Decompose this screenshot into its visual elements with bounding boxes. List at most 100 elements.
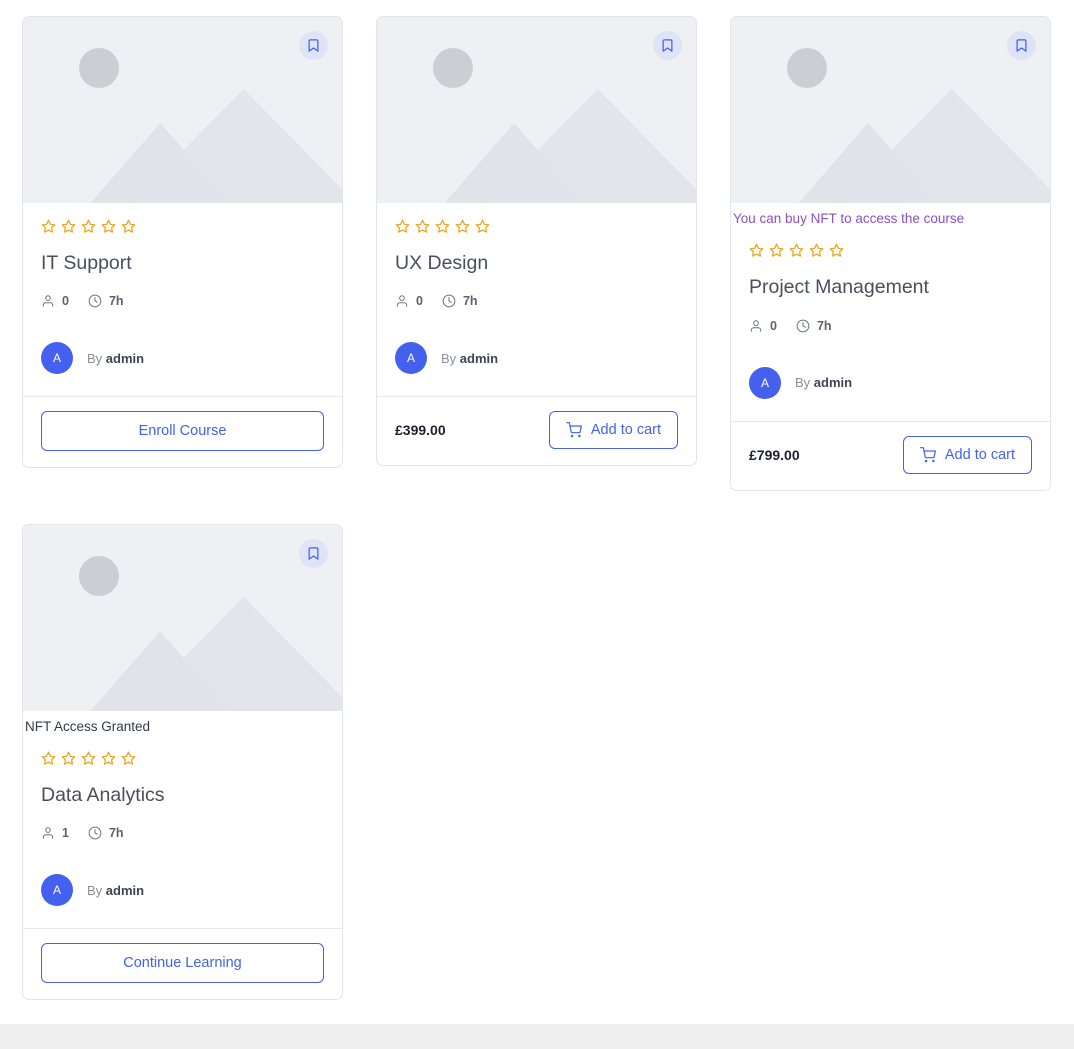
star-outline-icon — [455, 219, 470, 234]
course-price: £799.00 — [749, 446, 800, 463]
star-outline-icon — [81, 751, 96, 766]
star-outline-icon — [121, 751, 136, 766]
course-duration: 7h — [796, 319, 832, 333]
course-card: NFT Access Granted Data Analytics 1 7h A By a… — [22, 523, 343, 1001]
course-title: Data Analytics — [41, 783, 165, 806]
star-outline-icon — [415, 219, 430, 234]
author-by-prefix: By — [87, 350, 103, 366]
course-title: Project Management — [749, 276, 929, 299]
course-card-body: IT Support 0 7h A By admin — [23, 203, 342, 396]
avatar: A — [41, 874, 73, 907]
course-badge-wrap: NFT Access Granted — [23, 711, 342, 735]
students-count-value: 1 — [62, 826, 69, 841]
course-card: You can buy NFT to access the course Proj… — [730, 16, 1051, 491]
rating-stars[interactable] — [749, 243, 1032, 258]
star-outline-icon — [395, 219, 410, 234]
course-title: IT Support — [41, 252, 132, 274]
course-duration-value: 7h — [462, 294, 478, 309]
students-count-value: 0 — [62, 294, 69, 309]
rating-stars[interactable] — [41, 751, 324, 766]
avatar: A — [41, 342, 73, 375]
students-count-value: 0 — [416, 294, 423, 309]
bookmark-icon[interactable] — [653, 31, 682, 60]
page-bottom-strip — [0, 1024, 1074, 1049]
shopping-cart-icon — [919, 446, 936, 463]
star-outline-icon — [61, 219, 76, 234]
students-count: 1 — [41, 826, 69, 840]
person-icon — [41, 826, 55, 840]
course-author: A By admin — [41, 342, 324, 375]
author-by-prefix: By — [87, 882, 103, 898]
course-thumbnail-placeholder — [23, 17, 342, 203]
course-card-footer: £399.00 Add to cart — [377, 396, 696, 465]
star-outline-icon — [41, 751, 56, 766]
star-outline-icon — [121, 219, 136, 234]
course-author: A By admin — [41, 874, 324, 907]
course-duration: 7h — [442, 294, 478, 308]
rating-stars[interactable] — [395, 219, 678, 234]
students-count: 0 — [749, 319, 777, 333]
add-to-cart-label: Add to cart — [944, 446, 1015, 463]
continue-learning-button[interactable]: Continue Learning — [41, 943, 324, 984]
star-outline-icon — [101, 219, 116, 234]
course-catalog-page: IT Support 0 7h A By admin Enroll Course UX De… — [0, 0, 1074, 1049]
star-outline-icon — [41, 219, 56, 234]
star-outline-icon — [81, 219, 96, 234]
author-by-prefix: By — [441, 350, 457, 366]
rating-stars[interactable] — [41, 219, 324, 234]
person-icon — [395, 294, 409, 308]
course-duration: 7h — [88, 294, 124, 308]
course-author: A By admin — [749, 366, 1032, 399]
course-meta: 0 7h — [41, 294, 324, 308]
clock-icon — [442, 294, 456, 308]
course-card: IT Support 0 7h A By admin Enroll Course — [22, 16, 343, 469]
enroll-course-button[interactable]: Enroll Course — [41, 411, 324, 452]
author-name: admin — [105, 882, 145, 898]
author-by-prefix: By — [795, 375, 811, 391]
course-card-footer: Enroll Course — [23, 396, 342, 467]
author-byline: By admin — [441, 351, 498, 366]
course-thumbnail-placeholder — [377, 17, 696, 203]
add-to-cart-label: Add to cart — [590, 422, 661, 439]
course-card-body: Project Management 0 7h A By admin — [731, 227, 1050, 420]
bookmark-icon[interactable] — [1007, 31, 1036, 60]
bookmark-icon[interactable] — [299, 538, 328, 568]
course-card-footer: £799.00 Add to cart — [731, 420, 1050, 490]
course-card-grid: IT Support 0 7h A By admin Enroll Course UX De… — [22, 16, 1056, 1001]
course-meta: 0 7h — [395, 294, 678, 308]
author-byline: By admin — [87, 351, 144, 366]
course-duration-value: 7h — [108, 826, 124, 841]
course-card: UX Design 0 7h A By admin £399.00 Add to cart — [376, 16, 697, 467]
course-duration-value: 7h — [108, 294, 124, 309]
course-card-body: Data Analytics 1 7h A By admin — [23, 735, 342, 928]
star-outline-icon — [789, 243, 804, 258]
star-outline-icon — [769, 243, 784, 258]
person-icon — [41, 294, 55, 308]
course-duration-value: 7h — [816, 318, 832, 333]
course-author: A By admin — [395, 342, 678, 375]
course-meta: 0 7h — [749, 319, 1032, 333]
students-count-value: 0 — [770, 318, 777, 333]
shopping-cart-icon — [565, 422, 582, 438]
person-icon — [749, 319, 763, 333]
add-to-cart-button[interactable]: Add to cart — [548, 411, 678, 450]
nft-access-granted-label: NFT Access Granted — [25, 718, 151, 734]
star-outline-icon — [435, 219, 450, 234]
add-to-cart-button[interactable]: Add to cart — [902, 435, 1032, 474]
star-outline-icon — [101, 751, 116, 766]
course-title: UX Design — [395, 252, 489, 274]
author-name: admin — [813, 375, 853, 391]
star-outline-icon — [829, 243, 844, 258]
clock-icon — [88, 826, 102, 840]
course-card-body: UX Design 0 7h A By admin — [377, 203, 696, 396]
bookmark-icon[interactable] — [299, 31, 328, 60]
avatar: A — [395, 342, 427, 375]
course-price: £399.00 — [395, 422, 446, 439]
author-byline: By admin — [795, 375, 852, 390]
students-count: 0 — [41, 294, 69, 308]
course-card-footer: Continue Learning — [23, 928, 342, 999]
author-name: admin — [459, 350, 499, 366]
avatar: A — [749, 366, 781, 399]
students-count: 0 — [395, 294, 423, 308]
clock-icon — [88, 294, 102, 308]
